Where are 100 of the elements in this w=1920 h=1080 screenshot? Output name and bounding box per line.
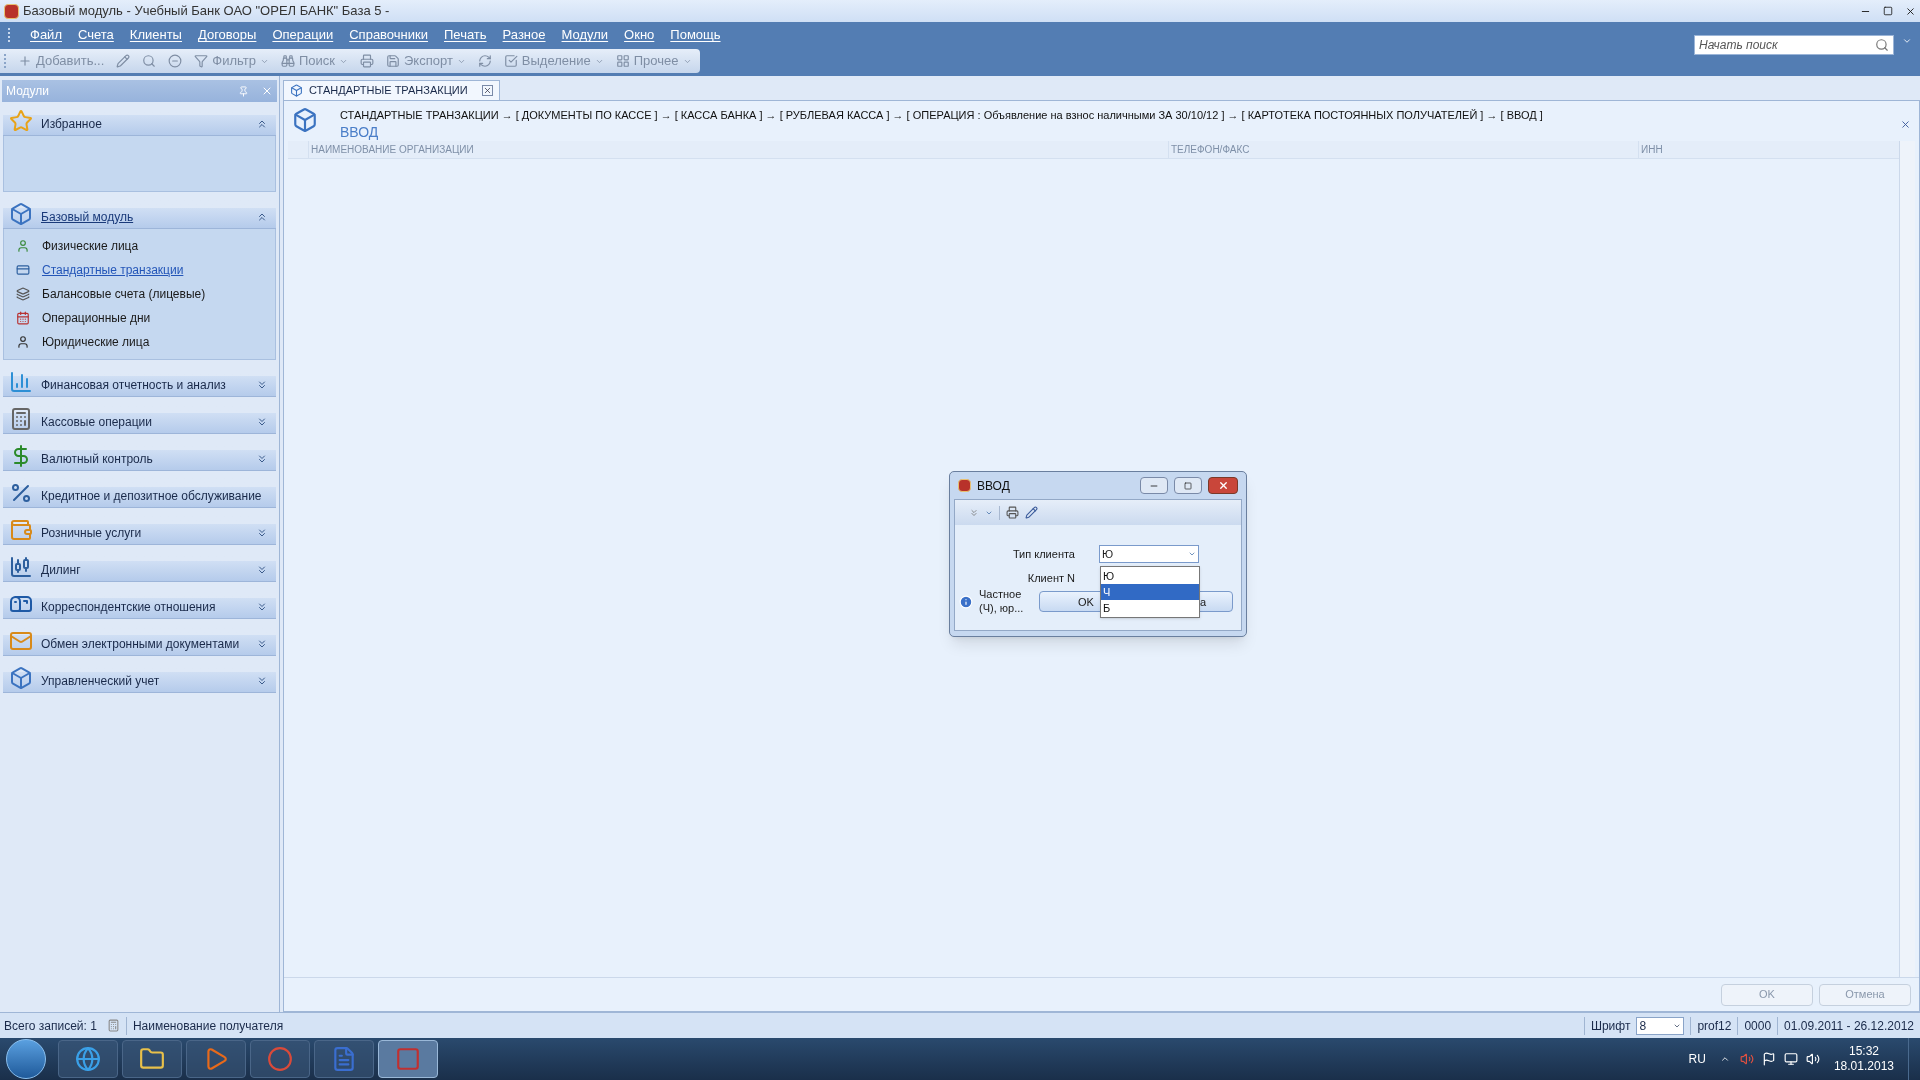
status-code: 0000 <box>1737 1016 1778 1035</box>
column-header[interactable]: НАИМЕНОВАНИЕ ОРГАНИЗАЦИИ <box>308 141 1168 158</box>
language-indicator[interactable]: RU <box>1688 1050 1706 1068</box>
menu-item[interactable]: Окно <box>616 25 663 45</box>
menu-item[interactable]: Операции <box>264 25 342 45</box>
module-item[interactable]: Физические лица <box>4 234 275 258</box>
app-icon <box>395 1046 421 1072</box>
speaker-icon[interactable] <box>1805 1052 1820 1066</box>
checkbox-icon <box>503 54 518 68</box>
status-field: Наименование получателя <box>125 1016 290 1035</box>
scrollbar[interactable] <box>1899 141 1915 977</box>
folder-icon <box>139 1046 165 1072</box>
close-icon[interactable] <box>481 85 493 96</box>
expand-icon <box>256 563 268 576</box>
form-heading: ВВОД <box>340 123 380 141</box>
close-icon <box>1217 480 1229 491</box>
menu-item[interactable]: Модули <box>553 25 617 45</box>
field-label: Тип клиента <box>1011 546 1076 562</box>
font-size-select[interactable]: 8 <box>1636 1016 1685 1035</box>
pencil-icon <box>116 54 131 68</box>
network-icon[interactable] <box>1783 1052 1798 1066</box>
cube-icon <box>9 201 33 226</box>
module-item[interactable]: Балансовые счета (лицевые) <box>4 282 275 306</box>
document-icon <box>331 1046 357 1072</box>
restore-button[interactable] <box>1174 477 1202 494</box>
magnifier-icon <box>142 54 157 68</box>
menu-item[interactable]: Помощь <box>662 25 729 45</box>
restore-icon[interactable] <box>1883 6 1893 16</box>
window-title: Базовый модуль - Учебный Банк ОАО "ОРЕЛ БАНК" База 5 - <box>23 2 390 21</box>
expand-icon <box>256 526 268 539</box>
caret-icon <box>1188 550 1196 558</box>
module-item[interactable]: Юридические лица <box>4 330 275 354</box>
dropdown-option[interactable]: Ч <box>1101 584 1199 600</box>
start-button[interactable] <box>6 1039 46 1079</box>
menu-item[interactable]: Справочники <box>341 25 436 45</box>
taskbar-app[interactable] <box>378 1040 438 1078</box>
app-logo-icon <box>958 479 971 492</box>
printer-icon[interactable] <box>1006 506 1019 519</box>
client-type-select[interactable]: Ю <box>1099 545 1199 563</box>
taskbar-app[interactable] <box>250 1040 310 1078</box>
taskbar-app[interactable] <box>186 1040 246 1078</box>
flag-icon[interactable] <box>1761 1052 1776 1066</box>
column-header[interactable]: ТЕЛЕФОН/ФАКС <box>1168 141 1638 158</box>
taskbar-app[interactable] <box>122 1040 182 1078</box>
dialog-title: ВВОД <box>977 477 1010 495</box>
menu-item[interactable]: Разное <box>494 25 554 45</box>
cube-icon <box>290 84 303 97</box>
hint-text: Частное (Ч), юр... <box>979 588 1025 616</box>
menu-item[interactable]: Договоры <box>189 25 265 45</box>
close-icon[interactable] <box>1905 5 1916 17</box>
search-input[interactable]: Начать поиск <box>1699 36 1875 54</box>
module-item[interactable]: Стандартные транзакции <box>4 258 275 282</box>
search-field[interactable]: Начать поиск <box>1694 35 1894 55</box>
clock-time: 15:32 <box>1848 1044 1879 1059</box>
cube-icon <box>9 665 33 690</box>
panel-title: Модули <box>6 83 49 100</box>
period-range: 01.09.2011 - 26.12.2012 <box>1777 1016 1920 1035</box>
pencil-icon[interactable] <box>1025 506 1038 519</box>
stack-icon <box>16 287 30 301</box>
expand-icon[interactable] <box>969 507 979 518</box>
expand-icon <box>256 452 268 465</box>
taskbar-app[interactable] <box>58 1040 118 1078</box>
printer-icon <box>360 54 374 68</box>
add-icon <box>18 54 32 68</box>
expand-icon <box>256 637 268 650</box>
caret-icon[interactable] <box>1902 36 1912 46</box>
expand-icon <box>256 378 268 391</box>
menu-item[interactable]: Печать <box>436 25 495 45</box>
grid-icon <box>615 54 630 68</box>
menu-item[interactable]: Счета <box>69 25 122 45</box>
filter-icon <box>194 54 209 68</box>
document-tab[interactable]: СТАНДАРТНЫЕ ТРАНЗАКЦИИ <box>283 80 500 100</box>
search-icon[interactable] <box>1875 38 1889 52</box>
dropdown-option[interactable]: Ю <box>1101 568 1199 584</box>
close-icon[interactable] <box>1900 119 1911 130</box>
app-logo-icon <box>4 3 19 19</box>
cube-icon <box>292 107 318 133</box>
circle-icon <box>267 1046 293 1072</box>
star-icon <box>9 108 33 133</box>
refresh-icon <box>477 54 492 68</box>
menu-item[interactable]: Клиенты <box>121 25 190 45</box>
wallet-icon <box>9 517 33 542</box>
pin-icon[interactable] <box>238 85 249 97</box>
person-icon <box>16 335 30 349</box>
minimize-button[interactable] <box>1140 477 1168 494</box>
field-label: Клиент N <box>1026 570 1076 586</box>
bar-chart-icon <box>9 369 33 394</box>
calendar-icon <box>16 311 30 325</box>
person-icon <box>16 239 30 253</box>
expand-icon <box>256 674 268 687</box>
breadcrumb: СТАНДАРТНЫЕ ТРАНЗАКЦИИ → [ ДОКУМЕНТЫ ПО КАССЕ ] → [ КАССА БАНКА ] → [ РУБЛЕВАЯ КАССА ] → [ ОПЕРАЦИЯ : Объявление на взнос наличными ЗА 30/10/12 ] → [ КАРТОТЕКА ПОСТОЯННЫХ ПОЛУЧАТЕЛЕЙ ] → [ ВВОД ] <box>340 108 1544 123</box>
info-icon <box>959 594 973 609</box>
menu-item[interactable]: Файл <box>22 25 70 45</box>
clock-date: 18.01.2013 <box>1833 1059 1894 1074</box>
cash-register-icon <box>9 406 33 431</box>
close-button[interactable] <box>1208 477 1238 494</box>
globe-icon <box>75 1046 101 1072</box>
binoculars-icon <box>280 54 295 68</box>
module-item[interactable]: Операционные дни <box>4 306 275 330</box>
minus-icon <box>168 54 183 68</box>
